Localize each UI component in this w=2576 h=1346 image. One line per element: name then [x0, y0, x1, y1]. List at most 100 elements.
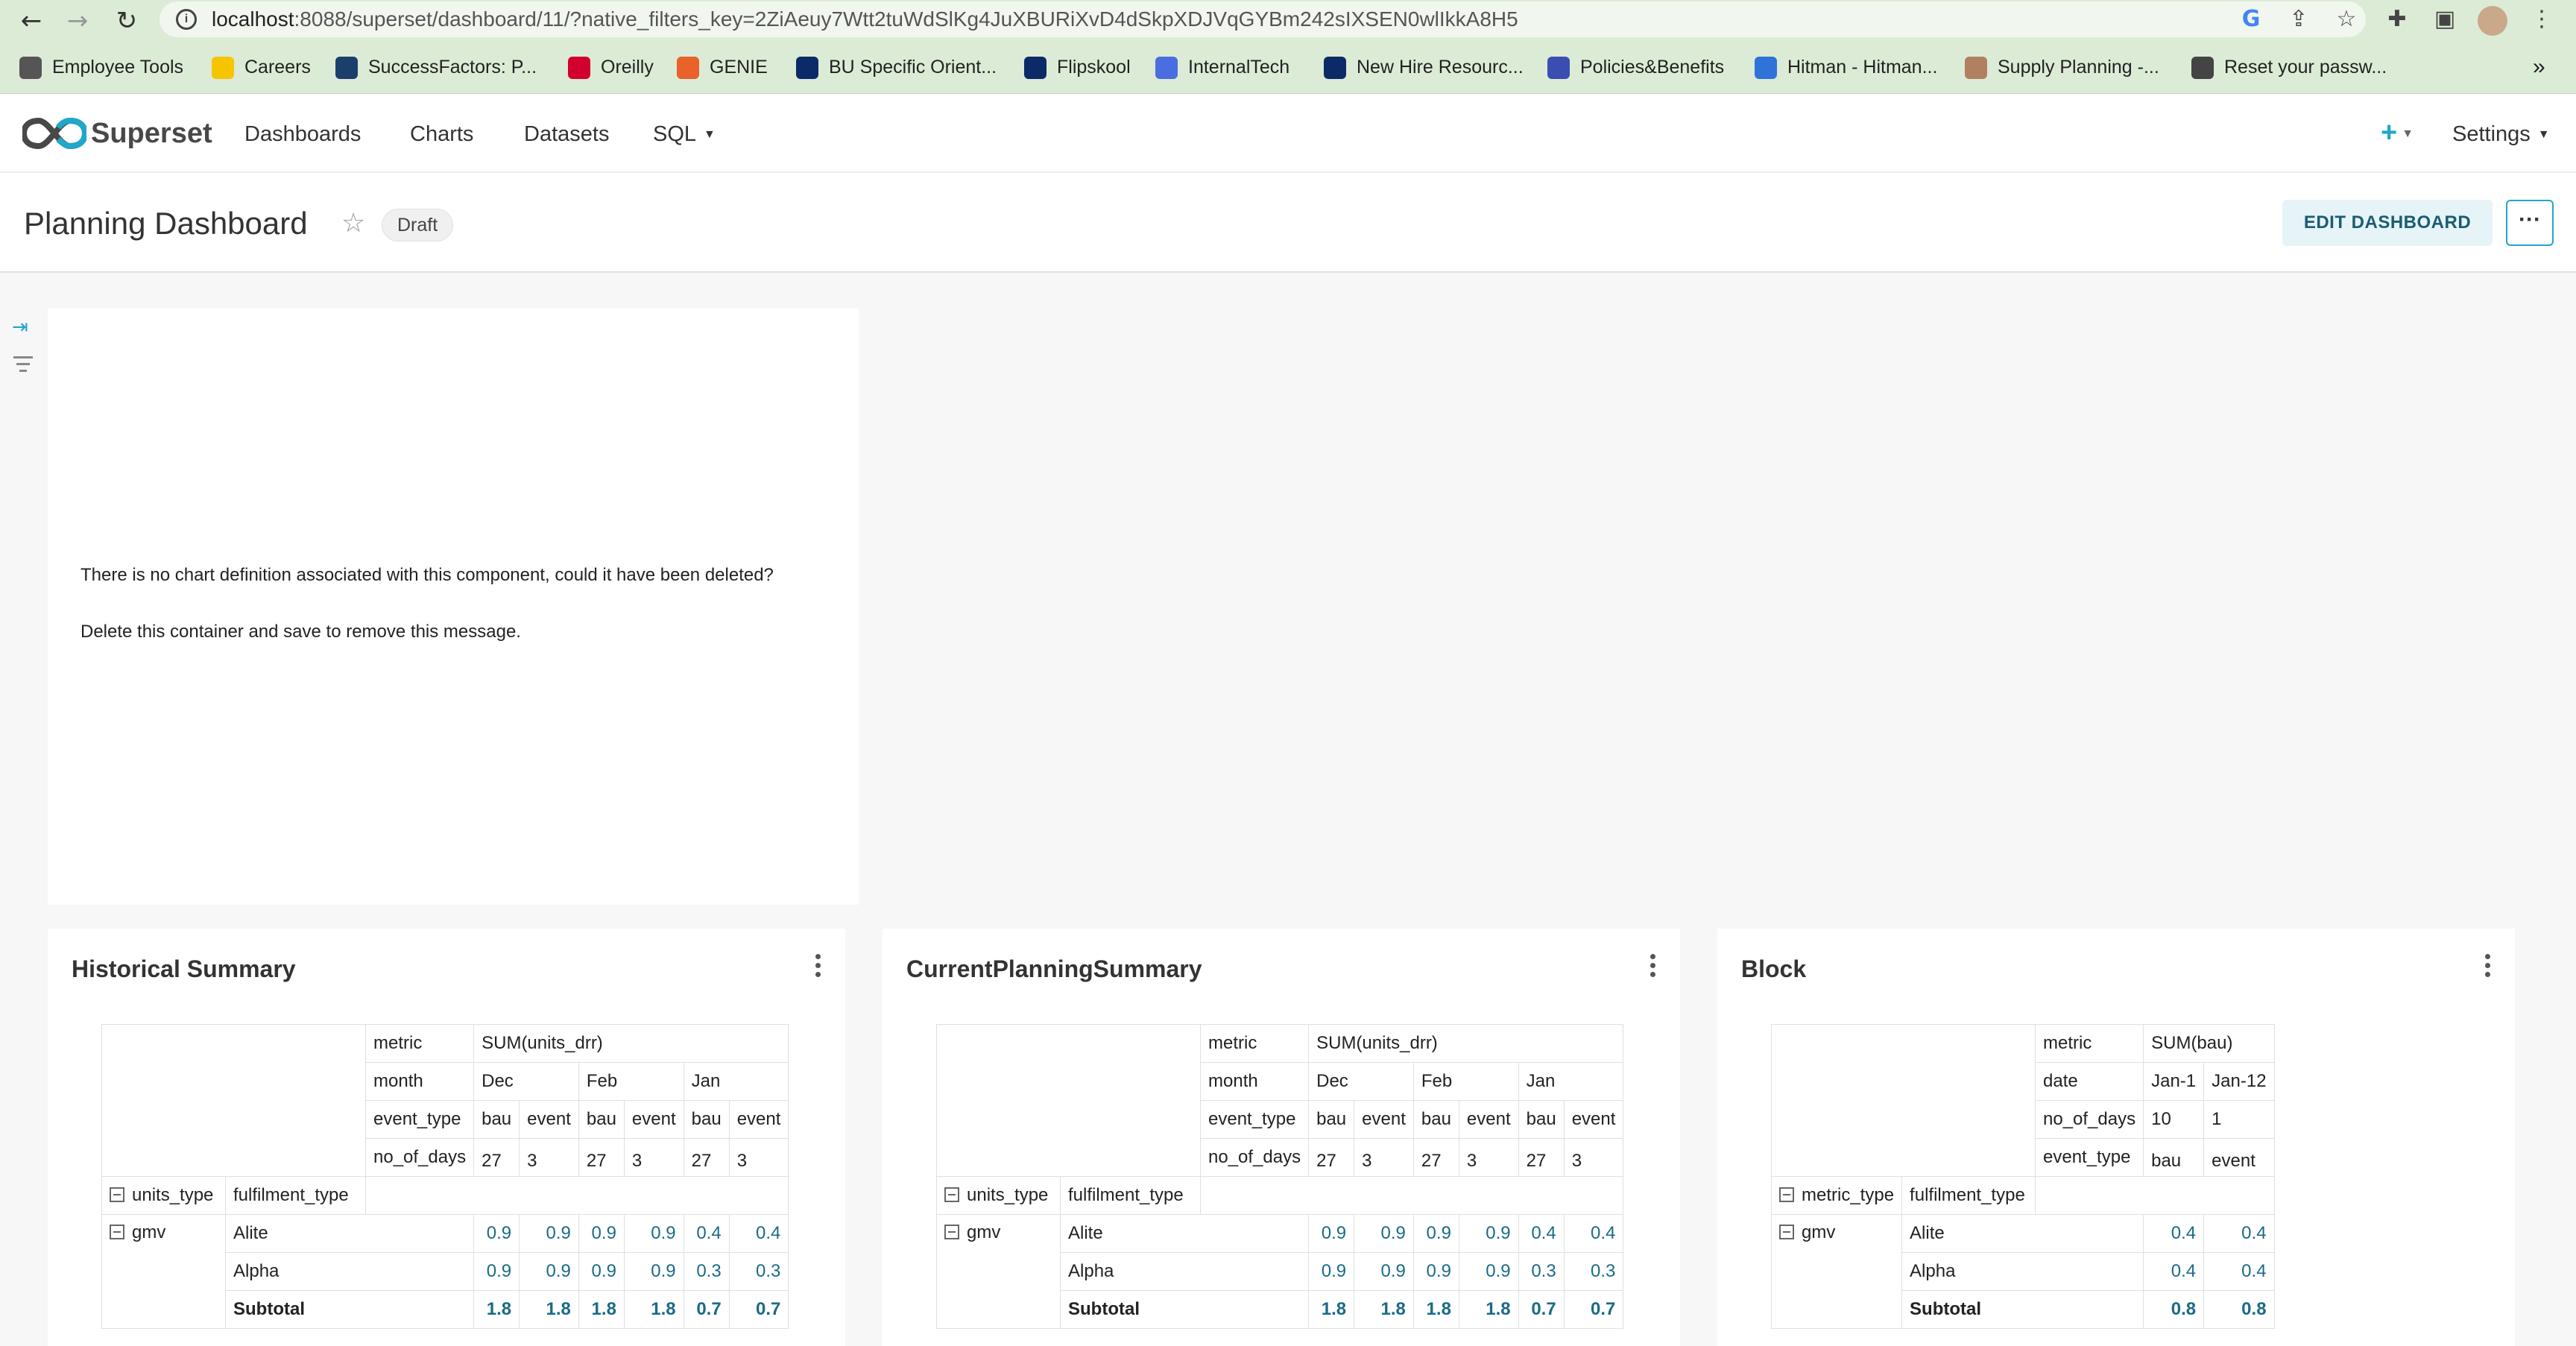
bookmark-star-icon[interactable]: ☆	[2332, 3, 2361, 36]
bookmark-item[interactable]: InternalTech	[1155, 52, 1289, 82]
collapse-icon[interactable]	[1779, 1225, 1794, 1239]
chart-title[interactable]: CurrentPlanningSummary	[906, 955, 1202, 983]
pivot-cell[interactable]: 0.9	[1412, 1214, 1459, 1253]
pivot-cell[interactable]: 0.8	[2203, 1290, 2275, 1329]
pivot-cell[interactable]: 0.4	[1518, 1214, 1565, 1253]
nav-charts[interactable]: Charts	[410, 119, 473, 149]
pivot-cell[interactable]: 0.9	[1458, 1214, 1519, 1253]
address-bar[interactable]: i localhost:8088/superset/dashboard/11/?…	[160, 1, 2366, 37]
pivot-cell[interactable]: 0.9	[623, 1214, 684, 1253]
bookmarks-overflow-icon[interactable]: »	[2533, 52, 2545, 82]
settings-menu[interactable]: Settings ▼	[2452, 119, 2550, 150]
chart-title[interactable]: Historical Summary	[72, 955, 296, 983]
collapse-icon[interactable]	[110, 1225, 124, 1239]
pivot-cell[interactable]: 0.7	[1563, 1290, 1624, 1329]
pivot-cell[interactable]: 0.4	[1563, 1214, 1624, 1253]
pivot-row-dimension[interactable]: units_type	[936, 1176, 1061, 1215]
pivot-cell[interactable]: 1.8	[1308, 1290, 1355, 1329]
extensions-icon[interactable]: ✚	[2382, 3, 2412, 36]
pivot-group-cell[interactable]: gmv	[936, 1214, 1061, 1329]
pivot-cell[interactable]: 0.4	[728, 1214, 789, 1253]
pivot-cell[interactable]: 0.4	[2203, 1252, 2275, 1291]
dashboard-title[interactable]: Planning Dashboard	[24, 204, 308, 243]
pivot-cell[interactable]: 0.3	[1563, 1252, 1624, 1291]
bookmark-item[interactable]: Supply Planning -...	[1965, 52, 2159, 82]
pivot-row-dimension[interactable]: metric_type	[1770, 1176, 1903, 1215]
chart-menu-icon[interactable]	[812, 954, 823, 984]
bookmark-item[interactable]: Careers	[212, 52, 311, 82]
collapse-icon[interactable]	[110, 1187, 124, 1202]
pivot-cell[interactable]: 1.8	[1354, 1290, 1414, 1329]
pivot-cell[interactable]: 0.9	[578, 1252, 625, 1291]
reload-icon[interactable]: ↻	[112, 6, 142, 36]
back-icon[interactable]: ←	[16, 6, 46, 36]
pivot-cell[interactable]: 1.8	[1412, 1290, 1459, 1329]
pivot-cell[interactable]: 0.3	[1518, 1252, 1565, 1291]
pivot-cell[interactable]: 0.9	[578, 1214, 625, 1253]
pivot-cell[interactable]: 1.8	[473, 1290, 520, 1329]
pivot-cell[interactable]: 0.9	[623, 1252, 684, 1291]
edit-dashboard-button[interactable]: EDIT DASHBOARD	[2282, 200, 2493, 246]
site-info-icon[interactable]: i	[176, 9, 197, 30]
pivot-cell[interactable]: 0.3	[683, 1252, 730, 1291]
bookmark-item[interactable]: Employee Tools	[19, 52, 183, 82]
pivot-cell[interactable]: 0.3	[728, 1252, 789, 1291]
pivot-cell[interactable]: 1.8	[519, 1290, 579, 1329]
url-text[interactable]: localhost:8088/superset/dashboard/11/?na…	[212, 7, 1518, 31]
google-icon[interactable]: G	[2236, 3, 2266, 36]
pivot-cell[interactable]: 0.4	[2143, 1214, 2205, 1253]
pivot-cell[interactable]: 0.9	[1354, 1214, 1414, 1253]
nav-sql[interactable]: SQL ▼	[653, 119, 716, 150]
bookmark-item[interactable]: Policies&Benefits	[1547, 52, 1724, 82]
chart-title[interactable]: Block	[1741, 955, 1806, 983]
profile-avatar[interactable]	[2478, 6, 2507, 36]
nav-dashboards[interactable]: Dashboards	[244, 119, 361, 149]
chart-menu-icon[interactable]	[2482, 954, 2493, 984]
pivot-cell[interactable]: 0.7	[1518, 1290, 1565, 1329]
favorite-star-icon[interactable]: ☆	[341, 207, 365, 240]
pivot-cell[interactable]: 1.8	[1458, 1290, 1519, 1329]
pivot-cell[interactable]: 0.9	[1308, 1214, 1355, 1253]
expand-filters-icon[interactable]: ⇥	[12, 316, 28, 338]
pivot-cell[interactable]: 0.4	[2143, 1252, 2205, 1291]
pivot-group-cell[interactable]: gmv	[1770, 1214, 1903, 1329]
pivot-group-cell[interactable]: gmv	[101, 1214, 226, 1329]
share-icon[interactable]: ⇪	[2284, 3, 2314, 36]
pivot-cell[interactable]: 0.9	[1412, 1252, 1459, 1291]
bookmark-item[interactable]: BU Specific Orient...	[796, 52, 997, 82]
bookmark-item[interactable]: New Hire Resourc...	[1324, 52, 1524, 82]
more-options-button[interactable]: ···	[2506, 200, 2554, 246]
pivot-cell[interactable]: 0.9	[473, 1214, 520, 1253]
pivot-cell[interactable]: 0.9	[1354, 1252, 1414, 1291]
pivot-cell[interactable]: 0.9	[473, 1252, 520, 1291]
collapse-icon[interactable]	[1779, 1187, 1794, 1202]
pivot-cell[interactable]: 1.8	[578, 1290, 625, 1329]
draft-badge[interactable]: Draft	[382, 209, 454, 241]
pivot-cell[interactable]: 0.9	[519, 1214, 579, 1253]
collapse-icon[interactable]	[944, 1225, 959, 1239]
bookmark-item[interactable]: SuccessFactors: P...	[335, 52, 537, 82]
pivot-row-dimension[interactable]: units_type	[101, 1176, 226, 1215]
pivot-cell[interactable]: 0.4	[683, 1214, 730, 1253]
bookmark-item[interactable]: Flipskool	[1024, 52, 1131, 82]
bookmark-item[interactable]: Reset your passw...	[2191, 52, 2387, 82]
browser-menu-icon[interactable]: ⋮	[2527, 3, 2557, 36]
add-new-button[interactable]: + ▼	[2381, 116, 2414, 151]
pivot-cell[interactable]: 0.9	[1458, 1252, 1519, 1291]
chart-menu-icon[interactable]	[1647, 954, 1658, 984]
pivot-cell[interactable]: 0.8	[2143, 1290, 2205, 1329]
pivot-cell[interactable]: 1.8	[623, 1290, 684, 1329]
filter-icon[interactable]	[12, 356, 34, 374]
pivot-cell[interactable]: 0.9	[519, 1252, 579, 1291]
side-panel-icon[interactable]: ▣	[2430, 3, 2460, 36]
collapse-icon[interactable]	[944, 1187, 959, 1202]
pivot-cell[interactable]: 0.4	[2203, 1214, 2275, 1253]
nav-datasets[interactable]: Datasets	[524, 119, 609, 149]
forward-icon[interactable]: →	[63, 6, 92, 36]
bookmark-item[interactable]: GENIE	[677, 52, 768, 82]
bookmark-item[interactable]: Hitman - Hitman...	[1755, 52, 1937, 82]
pivot-cell[interactable]: 0.7	[683, 1290, 730, 1329]
pivot-cell[interactable]: 0.7	[728, 1290, 789, 1329]
pivot-cell[interactable]: 0.9	[1308, 1252, 1355, 1291]
bookmark-item[interactable]: Oreilly	[568, 52, 654, 82]
